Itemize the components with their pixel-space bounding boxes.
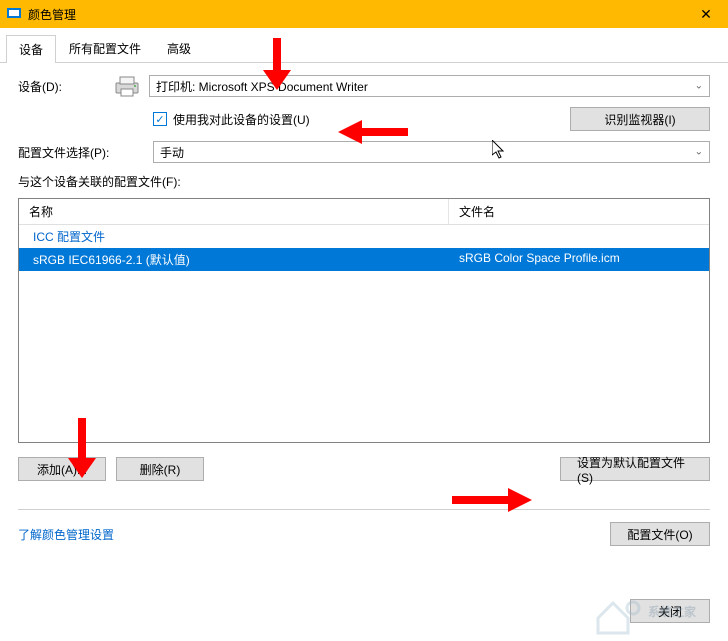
use-my-settings-label: 使用我对此设备的设置(U) [173,111,310,128]
device-select-value: 打印机: Microsoft XPS Document Writer [156,78,368,95]
set-default-button[interactable]: 设置为默认配置文件(S) [560,457,710,481]
tab-advanced[interactable]: 高级 [154,34,204,62]
titlebar: 颜色管理 ✕ [0,0,728,28]
tab-device[interactable]: 设备 [6,35,56,63]
identify-monitors-button[interactable]: 识别监视器(I) [570,107,710,131]
close-window-button[interactable]: ✕ [686,0,726,28]
profile-group: ICC 配置文件 [19,225,709,248]
profile-select-row: 配置文件选择(P): 手动 ⌄ [18,141,710,163]
settings-row: ✓ 使用我对此设备的设置(U) 识别监视器(I) [18,107,710,131]
app-icon [6,6,22,22]
tab-bar: 设备 所有配置文件 高级 [0,28,728,63]
profile-select-value: 手动 [160,144,184,161]
device-row: 设备(D): 打印机: Microsoft XPS Document Write… [18,75,710,97]
profiles-table: 名称 文件名 ICC 配置文件 sRGB IEC61966-2.1 (默认值) … [18,198,710,443]
remove-button[interactable]: 删除(R) [116,457,204,481]
row-file: sRGB Color Space Profile.icm [449,251,709,268]
tab-all-profiles[interactable]: 所有配置文件 [56,34,154,62]
action-buttons: 添加(A)... 删除(R) 设置为默认配置文件(S) [18,457,710,481]
divider [18,509,710,510]
col-file[interactable]: 文件名 [449,199,709,224]
learn-more-link[interactable]: 了解颜色管理设置 [18,526,114,543]
use-my-settings-checkbox[interactable]: ✓ [153,112,167,126]
table-header: 名称 文件名 [19,199,709,225]
row-name: sRGB IEC61966-2.1 (默认值) [19,251,449,268]
profiles-button[interactable]: 配置文件(O) [610,522,710,546]
device-label: 设备(D): [18,78,113,95]
chevron-down-icon: ⌄ [695,81,703,92]
close-button[interactable]: 关闭 [630,599,710,623]
profile-select-label: 配置文件选择(P): [18,144,153,161]
footer-row: 了解颜色管理设置 配置文件(O) [18,522,710,546]
associated-profiles-label: 与这个设备关联的配置文件(F): [18,173,710,190]
col-name[interactable]: 名称 [19,199,449,224]
table-row[interactable]: sRGB IEC61966-2.1 (默认值) sRGB Color Space… [19,248,709,271]
profile-select[interactable]: 手动 ⌄ [153,141,710,163]
window-title: 颜色管理 [28,6,686,23]
chevron-down-icon: ⌄ [695,147,703,158]
printer-icon [113,75,141,97]
tab-content: 设备(D): 打印机: Microsoft XPS Document Write… [0,63,728,558]
add-button[interactable]: 添加(A)... [18,457,106,481]
device-select[interactable]: 打印机: Microsoft XPS Document Writer ⌄ [149,75,710,97]
